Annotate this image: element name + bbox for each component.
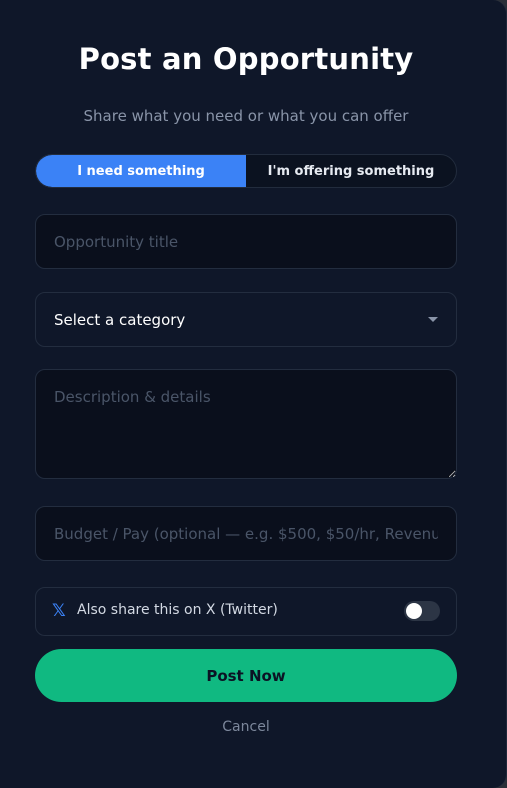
category-select[interactable]: Select a category [35,292,457,347]
category-select-value: Select a category [54,310,186,329]
description-textarea[interactable] [35,369,457,479]
share-on-x-label: Also share this on X (Twitter) [77,602,278,618]
post-opportunity-modal: Post an Opportunity Share what you need … [0,0,507,788]
modal-subtitle: Share what you need or what you can offe… [83,107,409,125]
need-something-tab[interactable]: I need something [36,155,246,187]
modal-title: Post an Opportunity [78,42,414,76]
cancel-link[interactable]: Cancel [0,719,492,735]
opportunity-title-input[interactable] [35,214,457,269]
chevron-down-icon [428,317,438,322]
x-logo-icon: 𝕏 [52,601,66,621]
share-on-x-toggle[interactable] [404,601,440,621]
offering-something-tab[interactable]: I'm offering something [246,155,456,187]
post-now-button[interactable]: Post Now [35,649,457,702]
share-on-x-row: 𝕏 Also share this on X (Twitter) [35,587,457,636]
toggle-knob [406,603,422,619]
type-toggle: I need something I'm offering something [35,154,457,188]
budget-input[interactable] [35,506,457,561]
